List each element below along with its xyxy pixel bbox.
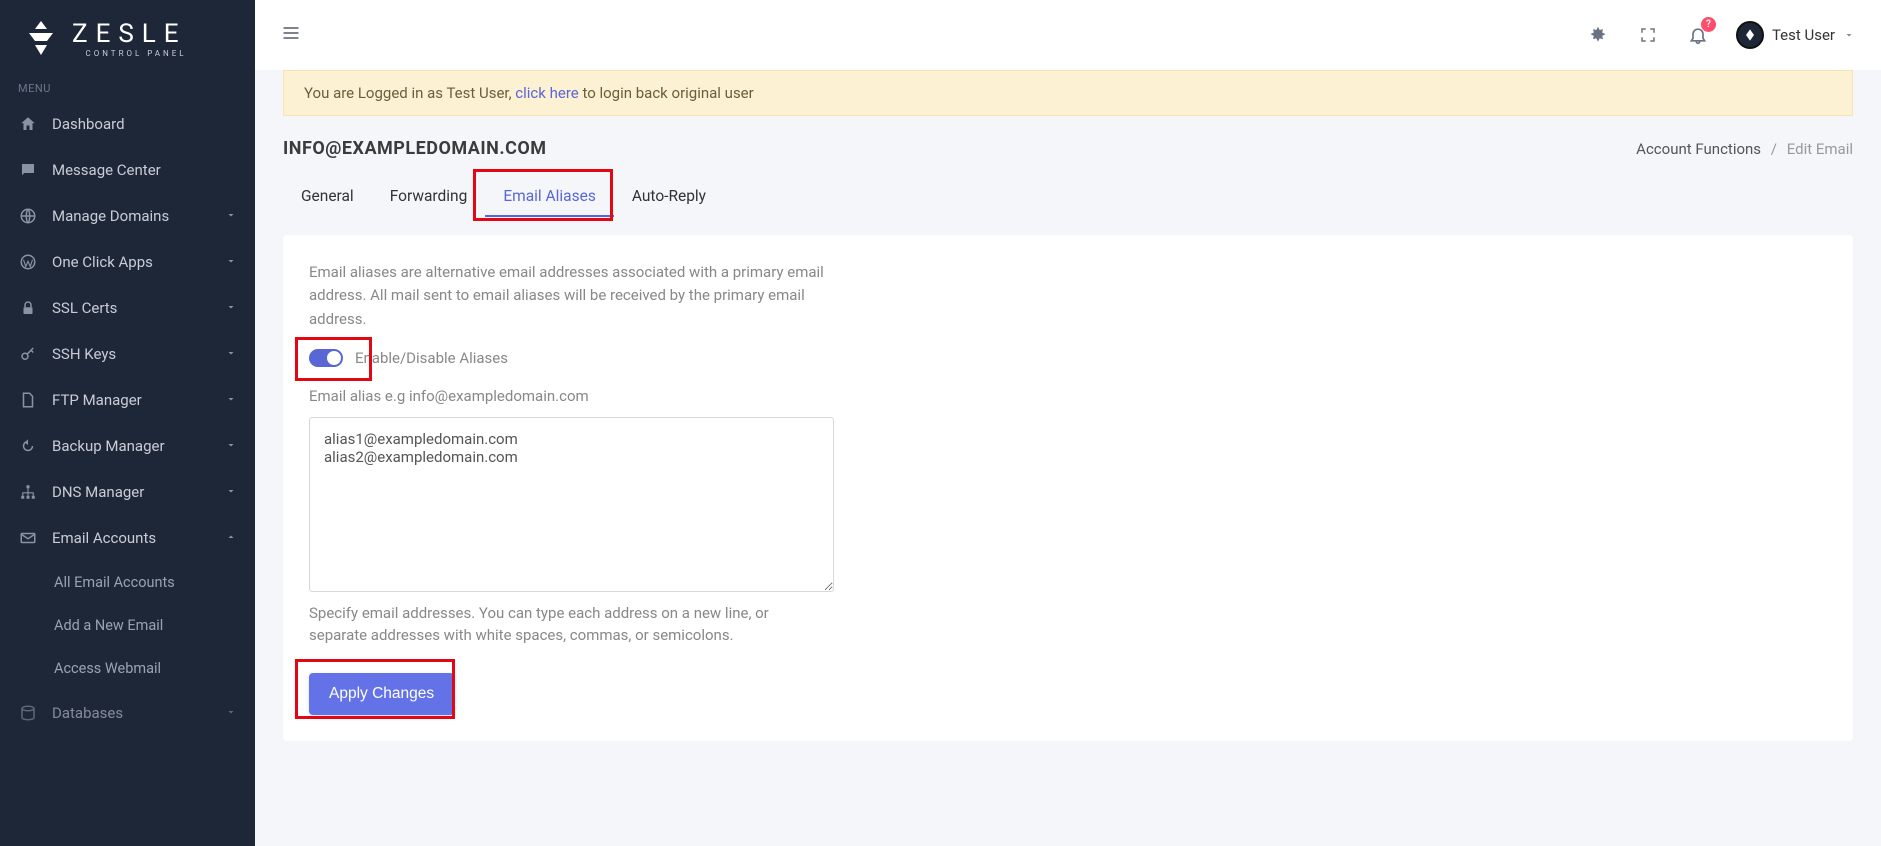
database-icon <box>18 703 38 723</box>
sidebar-item-label: DNS Manager <box>52 483 144 501</box>
logo-icon <box>20 18 62 60</box>
chevron-down-icon <box>225 483 237 501</box>
chevron-down-icon <box>225 299 237 317</box>
toggle-label: Enable/Disable Aliases <box>355 349 508 367</box>
alias-textarea[interactable] <box>309 417 834 592</box>
sidebar-item-access-webmail[interactable]: Access Webmail <box>0 647 255 690</box>
breadcrumb: Account Functions / Edit Email <box>1636 140 1853 158</box>
notifications-icon[interactable]: ? <box>1686 23 1710 47</box>
sidebar-item-all-email-accounts[interactable]: All Email Accounts <box>0 561 255 604</box>
tab-auto-reply[interactable]: Auto-Reply <box>614 177 724 217</box>
sidebar-item-label: Message Center <box>52 161 161 179</box>
sidebar-item-label: SSH Keys <box>52 345 116 363</box>
aliases-toggle[interactable] <box>309 349 343 367</box>
sidebar: ZESLE CONTROL PANEL MENU Dashboard Messa… <box>0 0 255 846</box>
sidebar-item-label: FTP Manager <box>52 391 142 409</box>
aliases-description: Email aliases are alternative email addr… <box>309 261 829 331</box>
sidebar-item-label: SSL Certs <box>52 299 117 317</box>
sidebar-item-label: Databases <box>52 704 123 722</box>
sidebar-item-dashboard[interactable]: Dashboard <box>0 101 255 147</box>
page-title: INFO@EXAMPLEDOMAIN.COM <box>283 138 547 159</box>
logo[interactable]: ZESLE CONTROL PANEL <box>0 0 255 82</box>
chevron-down-icon <box>225 345 237 363</box>
wordpress-icon <box>18 252 38 272</box>
chevron-down-icon <box>225 391 237 409</box>
lock-icon <box>18 298 38 318</box>
chevron-down-icon <box>225 437 237 455</box>
avatar-icon <box>1736 21 1764 49</box>
chevron-down-icon <box>1843 29 1855 41</box>
user-name: Test User <box>1772 26 1835 44</box>
brand-name: ZESLE <box>72 21 187 47</box>
sidebar-item-label: Add a New Email <box>54 617 163 634</box>
fullscreen-icon[interactable] <box>1636 23 1660 47</box>
sidebar-item-message-center[interactable]: Message Center <box>0 147 255 193</box>
envelope-icon <box>18 528 38 548</box>
menu-toggle-icon[interactable] <box>281 23 301 47</box>
sidebar-item-add-new-email[interactable]: Add a New Email <box>0 604 255 647</box>
sidebar-item-dns-manager[interactable]: DNS Manager <box>0 469 255 515</box>
alias-help-text: Specify email addresses. You can type ea… <box>309 602 829 647</box>
sidebar-item-label: All Email Accounts <box>54 574 175 591</box>
chevron-down-icon <box>225 253 237 271</box>
topbar: ? Test User <box>255 0 1881 70</box>
tab-forwarding[interactable]: Forwarding <box>372 177 486 217</box>
chat-icon <box>18 160 38 180</box>
sidebar-item-label: Access Webmail <box>54 660 161 677</box>
alias-field-label: Email alias e.g info@exampledomain.com <box>309 387 1827 405</box>
leaf-icon[interactable] <box>1586 23 1610 47</box>
sidebar-item-label: Backup Manager <box>52 437 165 455</box>
sidebar-item-label: Dashboard <box>52 115 125 133</box>
home-icon <box>18 114 38 134</box>
sitemap-icon <box>18 482 38 502</box>
chevron-up-icon <box>225 529 237 547</box>
sidebar-item-email-accounts[interactable]: Email Accounts <box>0 515 255 561</box>
sidebar-item-label: Email Accounts <box>52 529 156 547</box>
sidebar-item-ftp-manager[interactable]: FTP Manager <box>0 377 255 423</box>
notice-suffix: to login back original user <box>579 84 754 102</box>
impersonation-notice: You are Logged in as Test User, click he… <box>283 70 1853 116</box>
chevron-down-icon <box>225 704 237 722</box>
sidebar-item-manage-domains[interactable]: Manage Domains <box>0 193 255 239</box>
brand-sub: CONTROL PANEL <box>72 50 187 58</box>
apply-changes-button[interactable]: Apply Changes <box>309 673 454 715</box>
user-menu-button[interactable]: Test User <box>1736 21 1855 49</box>
chevron-down-icon <box>225 207 237 225</box>
sidebar-item-databases[interactable]: Databases <box>0 690 255 736</box>
key-icon <box>18 344 38 364</box>
tab-email-aliases[interactable]: Email Aliases <box>485 177 614 217</box>
card: Email aliases are alternative email addr… <box>283 235 1853 741</box>
notice-prefix: You are Logged in as Test User, <box>304 84 515 102</box>
file-icon <box>18 390 38 410</box>
sidebar-item-label: One Click Apps <box>52 253 153 271</box>
notice-link[interactable]: click here <box>515 84 578 102</box>
tab-general[interactable]: General <box>283 177 372 217</box>
sidebar-item-backup-manager[interactable]: Backup Manager <box>0 423 255 469</box>
sidebar-item-ssl-certs[interactable]: SSL Certs <box>0 285 255 331</box>
sidebar-item-ssh-keys[interactable]: SSH Keys <box>0 331 255 377</box>
breadcrumb-parent[interactable]: Account Functions <box>1636 140 1761 158</box>
tabs: General Forwarding Email Aliases Auto-Re… <box>283 177 1853 217</box>
sidebar-item-one-click-apps[interactable]: One Click Apps <box>0 239 255 285</box>
history-icon <box>18 436 38 456</box>
menu-label: MENU <box>0 82 255 101</box>
notification-badge: ? <box>1701 17 1716 32</box>
sidebar-item-label: Manage Domains <box>52 207 169 225</box>
breadcrumb-current: Edit Email <box>1787 140 1853 158</box>
globe-icon <box>18 206 38 226</box>
